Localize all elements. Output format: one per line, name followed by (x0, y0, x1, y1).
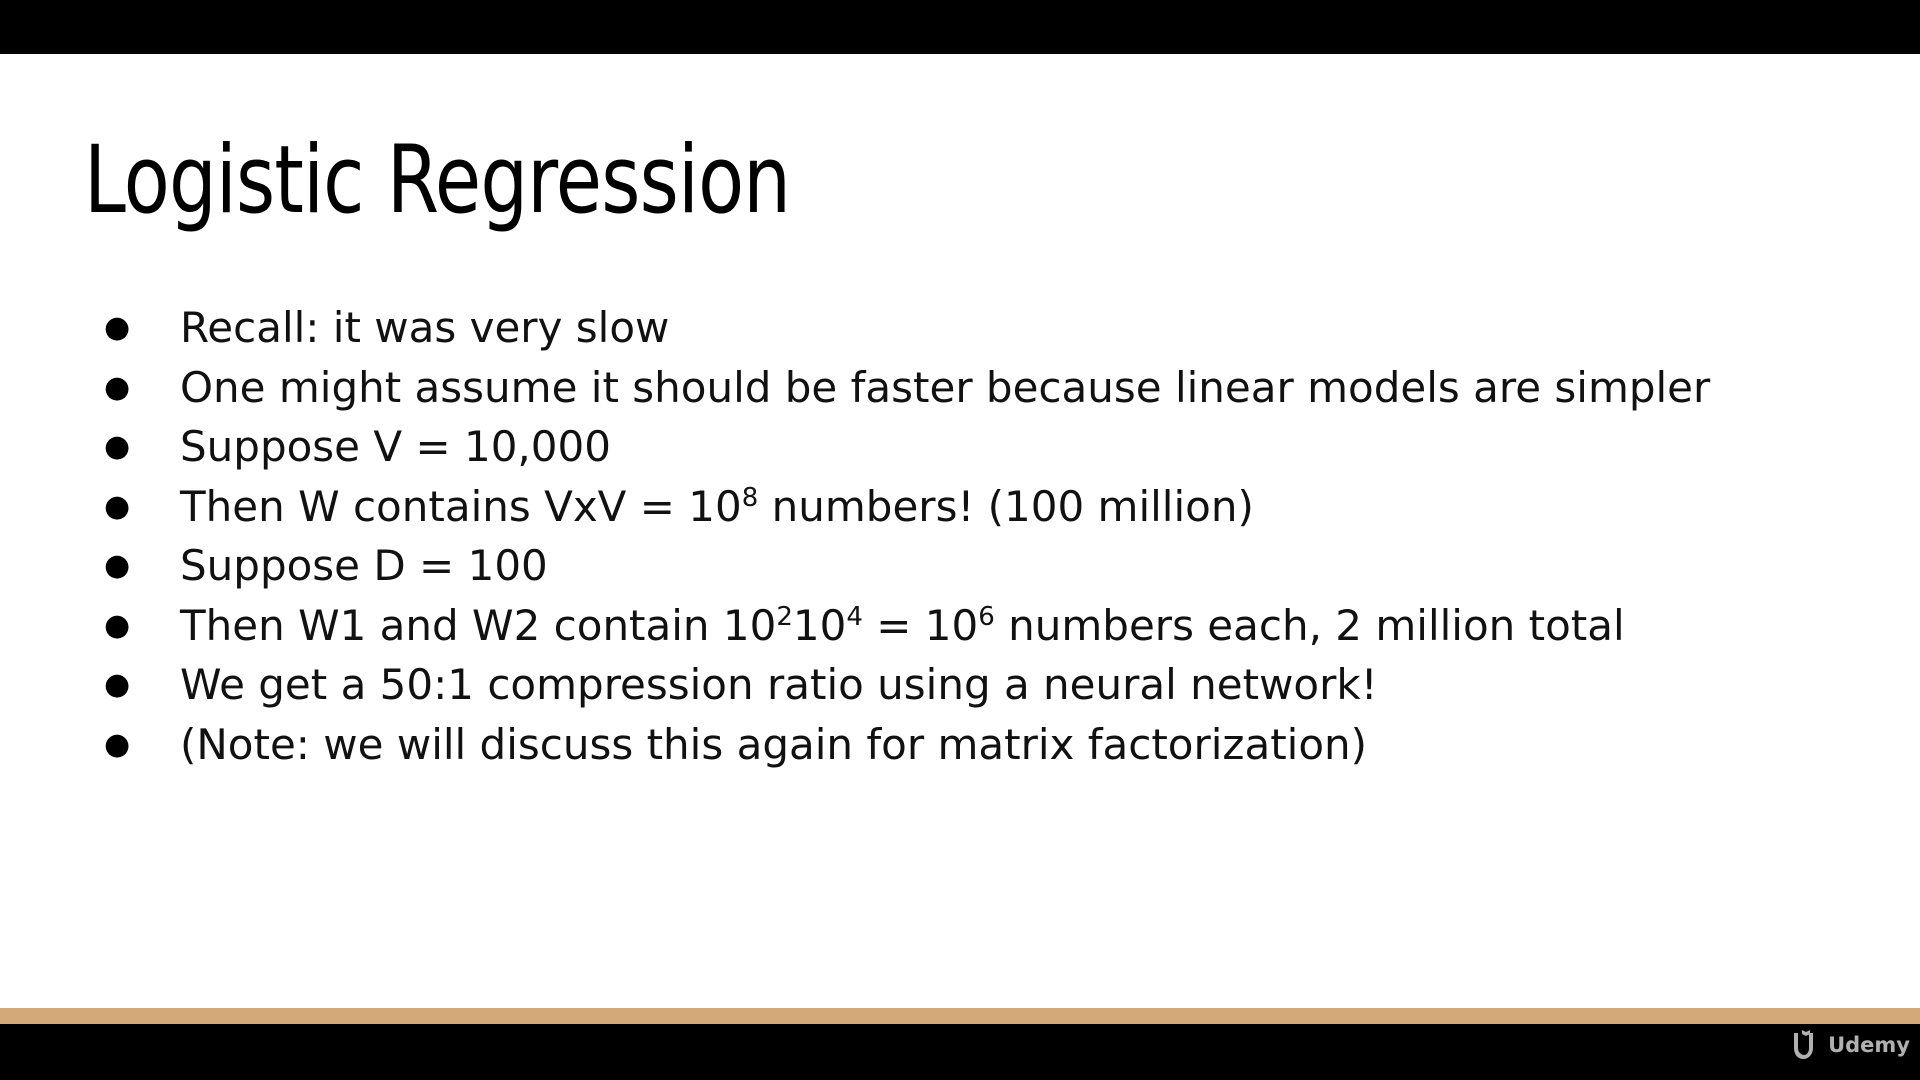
bullet-text: Suppose V = 10,000 (180, 422, 611, 471)
bullet-dot-icon: ● (104, 369, 131, 405)
bullet-text: We get a 50:1 compression ratio using a … (180, 660, 1378, 709)
bullet-text: Suppose D = 100 (180, 541, 548, 590)
udemy-logo-icon (1790, 1030, 1822, 1060)
bullet-dot-icon: ● (104, 548, 131, 583)
bullet-dot-icon: ● (104, 488, 131, 524)
bullet-text: (Note: we will discuss this again for ma… (180, 719, 1368, 769)
bullet-text: Recall: it was very slow (180, 303, 670, 352)
slide-title: Logistic Regression (84, 126, 791, 235)
bullet-dot-icon: ● (104, 667, 131, 702)
bullet-dot-icon: ● (104, 607, 131, 643)
bottom-letterbox-bar (0, 1024, 1920, 1080)
bullet-text: One might assume it should be faster bec… (180, 362, 1711, 412)
bullet-dot-icon: ● (104, 429, 131, 464)
accent-bar (0, 1008, 1920, 1024)
video-frame: Logistic Regression ● Recall: it was very… (0, 0, 1920, 1080)
bullet-text: Then W1 and W2 contain 102104 = 106 numb… (180, 600, 1625, 650)
udemy-brand-text: Udemy (1828, 1033, 1910, 1057)
udemy-watermark: Udemy (1790, 1030, 1910, 1060)
bullet-dot-icon: ● (104, 310, 131, 345)
bullet-text: Then W contains VxV = 108 numbers! (100 … (180, 481, 1254, 531)
bullet-dot-icon: ● (104, 726, 131, 762)
